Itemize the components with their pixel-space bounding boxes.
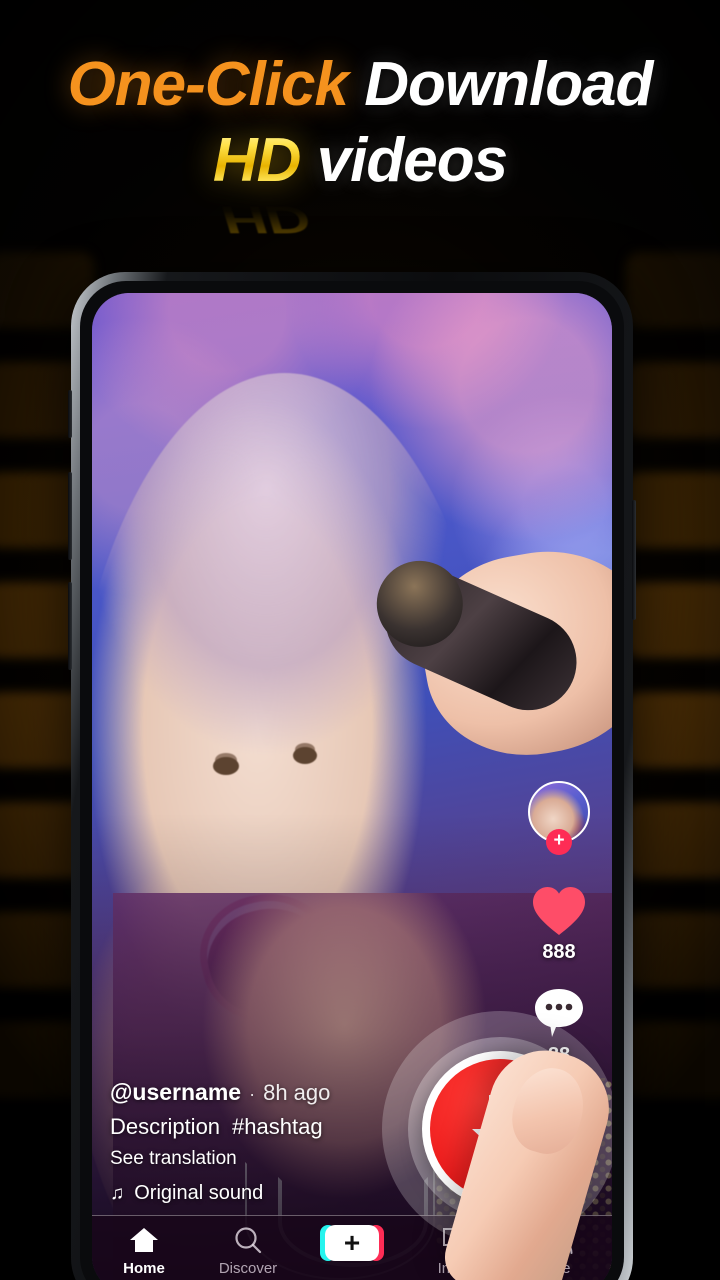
filmstrip-right	[626, 0, 720, 1280]
sound-label: Original sound	[134, 1182, 264, 1204]
film-perforation	[626, 1022, 720, 1098]
film-perforation	[626, 802, 720, 878]
like-action[interactable]: 888	[531, 885, 587, 964]
headline-line-2: HD videos HDvideos	[0, 130, 720, 241]
film-perforation	[626, 252, 720, 328]
film-perforation	[626, 692, 720, 768]
headline-word-videos: videos	[316, 126, 508, 195]
phone-bezel: + 888 @username · 8h ago Description #ha…	[80, 281, 624, 1280]
nav-label-discover: Discover	[218, 1260, 278, 1277]
phone-mockup: + 888 @username · 8h ago Description #ha…	[68, 272, 636, 1280]
caption-separator: ·	[249, 1084, 256, 1104]
promo-screenshot: One-Click Download HD videos HDvideos	[0, 0, 720, 1280]
follow-button[interactable]: +	[546, 829, 572, 855]
phone-volume-up-button[interactable]	[68, 472, 72, 560]
film-perforation	[626, 912, 720, 988]
like-count: 888	[542, 941, 576, 963]
phone-silent-switch[interactable]	[68, 390, 72, 438]
headline-word-download: Download	[364, 50, 653, 119]
create-plus-icon[interactable]: +	[320, 1225, 384, 1261]
heart-icon[interactable]	[531, 885, 587, 937]
phone-volume-down-button[interactable]	[68, 582, 72, 670]
headline-accent-one-click: One-Click	[67, 50, 349, 119]
username-label[interactable]: @username	[110, 1079, 241, 1106]
music-note-icon: ♫	[110, 1182, 125, 1204]
phone-power-button[interactable]	[632, 500, 636, 620]
avatar-with-follow[interactable]: +	[528, 781, 590, 855]
phone-screen: + 888 @username · 8h ago Description #ha…	[92, 293, 612, 1280]
plus-glyph: +	[343, 1227, 361, 1258]
description-text: Description	[110, 1114, 221, 1139]
film-perforation	[626, 582, 720, 658]
timestamp-label: 8h ago	[263, 1080, 331, 1105]
headline-line-1: One-Click Download	[0, 54, 720, 116]
home-icon[interactable]	[129, 1225, 159, 1255]
promo-headline: One-Click Download HD videos HDvideos	[0, 54, 720, 241]
nav-label-home: Home	[123, 1260, 165, 1277]
headline-hd-reflection-text: HD	[221, 197, 309, 241]
headline-accent-hd: HD	[212, 126, 302, 195]
headline-hd-reflection: HDvideos	[0, 188, 720, 250]
film-perforation	[626, 472, 720, 548]
nav-item-discover[interactable]: Discover	[196, 1225, 300, 1277]
fingernail	[503, 1059, 593, 1162]
search-icon[interactable]	[233, 1225, 263, 1255]
hashtag-link[interactable]: #hashtag	[232, 1114, 323, 1139]
film-perforation	[626, 362, 720, 438]
nav-item-home[interactable]: Home	[92, 1225, 196, 1277]
